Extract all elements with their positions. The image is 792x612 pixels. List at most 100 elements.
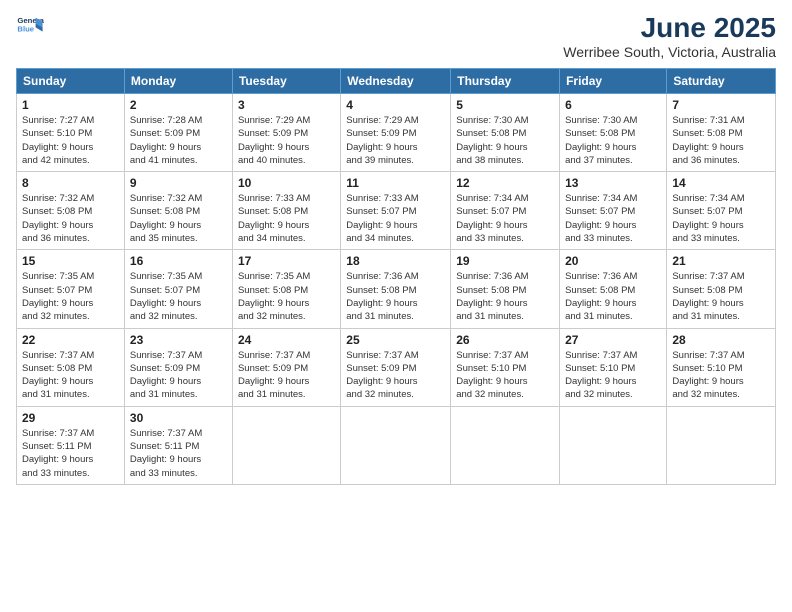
day-number: 30: [130, 411, 227, 425]
day-number: 13: [565, 176, 661, 190]
day-number: 22: [22, 333, 119, 347]
day-number: 26: [456, 333, 554, 347]
calendar-cell: 23 Sunrise: 7:37 AM Sunset: 5:09 PM Dayli…: [124, 328, 232, 406]
day-info: Sunrise: 7:37 AM Sunset: 5:08 PM Dayligh…: [22, 349, 119, 402]
calendar-cell: 30Sunrise: 7:37 AM Sunset: 5:11 PM Dayli…: [124, 406, 232, 484]
day-info: Sunrise: 7:37 AM Sunset: 5:09 PM Dayligh…: [346, 349, 445, 402]
day-number: 16: [130, 254, 227, 268]
day-number: 14: [672, 176, 770, 190]
calendar-header-monday: Monday: [124, 69, 232, 94]
calendar-cell: 27Sunrise: 7:37 AM Sunset: 5:10 PM Dayli…: [560, 328, 667, 406]
calendar-header-wednesday: Wednesday: [341, 69, 451, 94]
day-number: 19: [456, 254, 554, 268]
calendar-table: SundayMondayTuesdayWednesdayThursdayFrid…: [16, 68, 776, 485]
day-info: Sunrise: 7:36 AM Sunset: 5:08 PM Dayligh…: [346, 270, 445, 323]
header: General Blue June 2025 Werribee South, V…: [16, 12, 776, 60]
calendar-week-1: 1 Sunrise: 7:27 AM Sunset: 5:10 PM Daylig…: [17, 94, 776, 172]
day-info: Sunrise: 7:27 AM Sunset: 5:10 PM Dayligh…: [22, 114, 119, 167]
day-info: Sunrise: 7:37 AM Sunset: 5:09 PM Dayligh…: [130, 349, 227, 402]
calendar-week-4: 22 Sunrise: 7:37 AM Sunset: 5:08 PM Dayli…: [17, 328, 776, 406]
calendar-cell: 9Sunrise: 7:32 AM Sunset: 5:08 PM Daylig…: [124, 172, 232, 250]
day-number: 6: [565, 98, 661, 112]
calendar-cell: [451, 406, 560, 484]
day-info: Sunrise: 7:30 AM Sunset: 5:08 PM Dayligh…: [565, 114, 661, 167]
calendar-cell: 18 Sunrise: 7:36 AM Sunset: 5:08 PM Dayli…: [341, 250, 451, 328]
day-info: Sunrise: 7:34 AM Sunset: 5:07 PM Dayligh…: [672, 192, 770, 245]
day-info: Sunrise: 7:34 AM Sunset: 5:07 PM Dayligh…: [456, 192, 554, 245]
calendar-header-tuesday: Tuesday: [232, 69, 340, 94]
logo: General Blue: [16, 12, 44, 40]
calendar-cell: 21 Sunrise: 7:37 AM Sunset: 5:08 PM Dayli…: [667, 250, 776, 328]
day-number: 1: [22, 98, 119, 112]
day-number: 12: [456, 176, 554, 190]
day-info: Sunrise: 7:33 AM Sunset: 5:08 PM Dayligh…: [238, 192, 335, 245]
calendar-cell: [341, 406, 451, 484]
calendar-cell: 6 Sunrise: 7:30 AM Sunset: 5:08 PM Daylig…: [560, 94, 667, 172]
calendar-cell: 19 Sunrise: 7:36 AM Sunset: 5:08 PM Dayli…: [451, 250, 560, 328]
calendar-cell: 12 Sunrise: 7:34 AM Sunset: 5:07 PM Dayli…: [451, 172, 560, 250]
day-info: Sunrise: 7:37 AM Sunset: 5:11 PM Dayligh…: [22, 427, 119, 480]
day-info: Sunrise: 7:33 AM Sunset: 5:07 PM Dayligh…: [346, 192, 445, 245]
calendar-cell: 14 Sunrise: 7:34 AM Sunset: 5:07 PM Dayli…: [667, 172, 776, 250]
day-info: Sunrise: 7:37 AM Sunset: 5:10 PM Dayligh…: [456, 349, 554, 402]
day-number: 28: [672, 333, 770, 347]
day-number: 27: [565, 333, 661, 347]
calendar-cell: 4 Sunrise: 7:29 AM Sunset: 5:09 PM Daylig…: [341, 94, 451, 172]
calendar-header-thursday: Thursday: [451, 69, 560, 94]
calendar-cell: 29 Sunrise: 7:37 AM Sunset: 5:11 PM Dayli…: [17, 406, 125, 484]
day-info: Sunrise: 7:28 AM Sunset: 5:09 PM Dayligh…: [130, 114, 227, 167]
calendar-week-3: 15 Sunrise: 7:35 AM Sunset: 5:07 PM Dayli…: [17, 250, 776, 328]
day-info: Sunrise: 7:32 AM Sunset: 5:08 PM Dayligh…: [22, 192, 119, 245]
location: Werribee South, Victoria, Australia: [563, 44, 776, 60]
calendar-cell: 13 Sunrise: 7:34 AM Sunset: 5:07 PM Dayli…: [560, 172, 667, 250]
calendar-cell: 3 Sunrise: 7:29 AM Sunset: 5:09 PM Daylig…: [232, 94, 340, 172]
calendar-week-2: 8 Sunrise: 7:32 AM Sunset: 5:08 PM Daylig…: [17, 172, 776, 250]
day-number: 24: [238, 333, 335, 347]
calendar-cell: 8 Sunrise: 7:32 AM Sunset: 5:08 PM Daylig…: [17, 172, 125, 250]
day-number: 15: [22, 254, 119, 268]
calendar-cell: 20 Sunrise: 7:36 AM Sunset: 5:08 PM Dayli…: [560, 250, 667, 328]
day-info: Sunrise: 7:34 AM Sunset: 5:07 PM Dayligh…: [565, 192, 661, 245]
day-number: 10: [238, 176, 335, 190]
logo-icon: General Blue: [16, 12, 44, 40]
day-number: 21: [672, 254, 770, 268]
day-number: 9: [130, 176, 227, 190]
calendar-header-saturday: Saturday: [667, 69, 776, 94]
day-number: 7: [672, 98, 770, 112]
day-info: Sunrise: 7:29 AM Sunset: 5:09 PM Dayligh…: [238, 114, 335, 167]
calendar-cell: 24Sunrise: 7:37 AM Sunset: 5:09 PM Dayli…: [232, 328, 340, 406]
day-number: 18: [346, 254, 445, 268]
calendar-cell: 16 Sunrise: 7:35 AM Sunset: 5:07 PM Dayli…: [124, 250, 232, 328]
day-info: Sunrise: 7:35 AM Sunset: 5:07 PM Dayligh…: [22, 270, 119, 323]
day-info: Sunrise: 7:35 AM Sunset: 5:08 PM Dayligh…: [238, 270, 335, 323]
day-info: Sunrise: 7:37 AM Sunset: 5:08 PM Dayligh…: [672, 270, 770, 323]
calendar-cell: [560, 406, 667, 484]
day-number: 5: [456, 98, 554, 112]
calendar-cell: [232, 406, 340, 484]
day-info: Sunrise: 7:35 AM Sunset: 5:07 PM Dayligh…: [130, 270, 227, 323]
day-number: 11: [346, 176, 445, 190]
day-number: 23: [130, 333, 227, 347]
day-info: Sunrise: 7:29 AM Sunset: 5:09 PM Dayligh…: [346, 114, 445, 167]
calendar-week-5: 29 Sunrise: 7:37 AM Sunset: 5:11 PM Dayli…: [17, 406, 776, 484]
calendar-header-sunday: Sunday: [17, 69, 125, 94]
day-info: Sunrise: 7:36 AM Sunset: 5:08 PM Dayligh…: [456, 270, 554, 323]
calendar-cell: 7Sunrise: 7:31 AM Sunset: 5:08 PM Daylig…: [667, 94, 776, 172]
day-number: 20: [565, 254, 661, 268]
calendar-cell: [667, 406, 776, 484]
title-block: June 2025 Werribee South, Victoria, Aust…: [563, 12, 776, 60]
day-info: Sunrise: 7:36 AM Sunset: 5:08 PM Dayligh…: [565, 270, 661, 323]
calendar-cell: 17Sunrise: 7:35 AM Sunset: 5:08 PM Dayli…: [232, 250, 340, 328]
day-number: 4: [346, 98, 445, 112]
calendar-cell: 11 Sunrise: 7:33 AM Sunset: 5:07 PM Dayli…: [341, 172, 451, 250]
svg-text:Blue: Blue: [17, 25, 34, 34]
calendar-cell: 15 Sunrise: 7:35 AM Sunset: 5:07 PM Dayli…: [17, 250, 125, 328]
day-info: Sunrise: 7:30 AM Sunset: 5:08 PM Dayligh…: [456, 114, 554, 167]
calendar-cell: 22 Sunrise: 7:37 AM Sunset: 5:08 PM Dayli…: [17, 328, 125, 406]
day-number: 3: [238, 98, 335, 112]
day-number: 8: [22, 176, 119, 190]
calendar-header-row: SundayMondayTuesdayWednesdayThursdayFrid…: [17, 69, 776, 94]
day-number: 29: [22, 411, 119, 425]
calendar-cell: 26 Sunrise: 7:37 AM Sunset: 5:10 PM Dayli…: [451, 328, 560, 406]
calendar-cell: 5 Sunrise: 7:30 AM Sunset: 5:08 PM Daylig…: [451, 94, 560, 172]
